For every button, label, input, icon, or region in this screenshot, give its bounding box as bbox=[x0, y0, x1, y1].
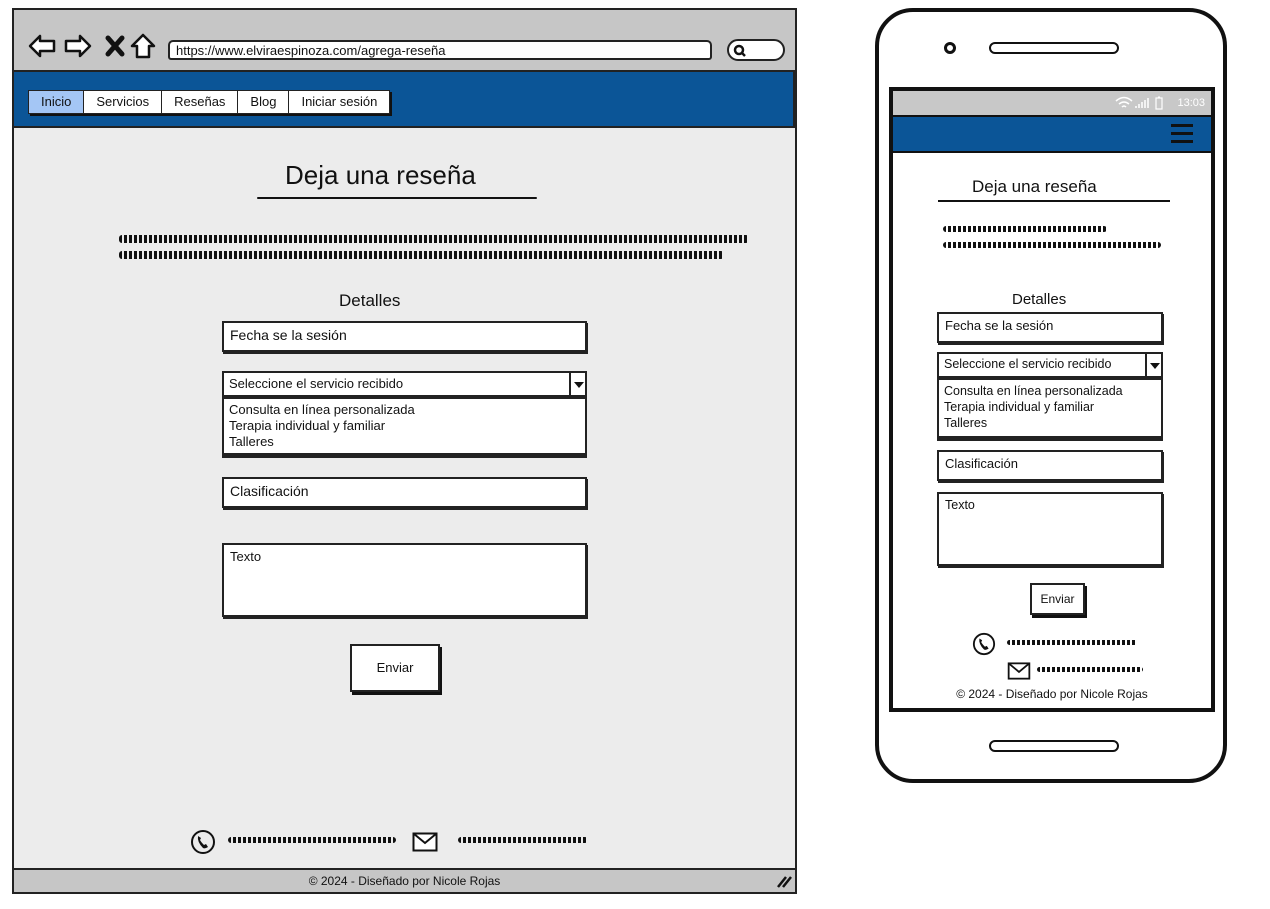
service-option[interactable]: Talleres bbox=[944, 415, 1156, 431]
status-time: 13:03 bbox=[1177, 97, 1205, 109]
rating-field[interactable]: Clasificación bbox=[222, 477, 587, 508]
session-date-field[interactable]: Fecha se la sesión bbox=[222, 321, 587, 352]
service-option[interactable]: Terapia individual y familiar bbox=[944, 399, 1156, 415]
mobile-status-bar: 13:03 bbox=[893, 91, 1211, 115]
mail-icon bbox=[1007, 662, 1031, 680]
mail-icon bbox=[412, 832, 438, 852]
service-option[interactable]: Talleres bbox=[229, 434, 580, 450]
section-title: Detalles bbox=[339, 291, 401, 310]
title-underline bbox=[257, 197, 537, 199]
search-icon bbox=[733, 44, 746, 57]
placeholder-text-line bbox=[943, 226, 1107, 232]
phone-speaker bbox=[989, 42, 1119, 54]
nav-tab-servicios[interactable]: Servicios bbox=[84, 90, 163, 114]
submit-button[interactable]: Enviar bbox=[350, 644, 440, 692]
placeholder-email-text bbox=[1037, 667, 1143, 672]
nav-tab-resenas[interactable]: Reseñas bbox=[162, 90, 239, 114]
mobile-nav-bar bbox=[893, 115, 1211, 153]
phone-icon bbox=[972, 632, 996, 656]
signal-icon bbox=[1135, 98, 1149, 108]
service-select[interactable]: Seleccione el servicio recibido bbox=[222, 371, 587, 397]
phone-screen: 13:03 Deja una reseña Detalles Fecha se … bbox=[889, 87, 1215, 712]
home-icon[interactable] bbox=[129, 32, 157, 60]
mobile-service-select[interactable]: Seleccione el servicio recibido bbox=[937, 352, 1163, 378]
browser-toolbar: https://www.elviraespinoza.com/agrega-re… bbox=[14, 10, 795, 70]
resize-grip-icon[interactable] bbox=[776, 874, 792, 888]
battery-icon bbox=[1155, 96, 1163, 110]
chevron-down-icon[interactable] bbox=[569, 373, 585, 395]
mobile-rating-field[interactable]: Clasificación bbox=[937, 450, 1163, 481]
placeholder-email-text bbox=[458, 837, 588, 843]
mobile-footer-copyright: © 2024 - Diseñado por Nicole Rojas bbox=[956, 687, 1148, 701]
placeholder-text-line bbox=[119, 235, 749, 243]
placeholder-text-line bbox=[119, 251, 724, 259]
nav-tab-iniciar-sesion[interactable]: Iniciar sesión bbox=[289, 90, 391, 114]
arrow-right-icon[interactable] bbox=[64, 32, 92, 60]
mobile-service-options-list: Consulta en línea personalizada Terapia … bbox=[937, 378, 1163, 438]
mobile-service-select-value: Seleccione el servicio recibido bbox=[944, 357, 1112, 371]
desktop-browser-window: https://www.elviraespinoza.com/agrega-re… bbox=[12, 8, 797, 894]
review-text-area[interactable]: Texto bbox=[222, 543, 587, 617]
browser-search-field[interactable] bbox=[727, 39, 785, 61]
mobile-submit-button[interactable]: Enviar bbox=[1030, 583, 1085, 615]
nav-tab-inicio[interactable]: Inicio bbox=[28, 90, 85, 114]
mobile-session-date-field[interactable]: Fecha se la sesión bbox=[937, 312, 1163, 343]
placeholder-text-line bbox=[943, 242, 1161, 248]
url-bar[interactable]: https://www.elviraespinoza.com/agrega-re… bbox=[168, 40, 712, 60]
close-icon[interactable] bbox=[102, 32, 130, 60]
service-option[interactable]: Consulta en línea personalizada bbox=[229, 402, 580, 418]
mobile-page-title: Deja una reseña bbox=[972, 177, 1097, 196]
phone-icon bbox=[191, 830, 215, 854]
service-option[interactable]: Terapia individual y familiar bbox=[229, 418, 580, 434]
placeholder-phone-text bbox=[1007, 640, 1137, 645]
arrow-left-icon[interactable] bbox=[28, 32, 56, 60]
mobile-phone-frame: 13:03 Deja una reseña Detalles Fecha se … bbox=[875, 8, 1227, 783]
service-select-value: Seleccione el servicio recibido bbox=[229, 376, 404, 391]
page-title: Deja una reseña bbox=[285, 160, 476, 190]
mobile-title-underline bbox=[938, 200, 1170, 202]
footer-copyright: © 2024 - Diseñado por Nicole Rojas bbox=[14, 868, 795, 892]
home-button[interactable] bbox=[989, 740, 1119, 752]
chevron-down-icon[interactable] bbox=[1145, 354, 1161, 376]
mobile-review-text-area[interactable]: Texto bbox=[937, 492, 1163, 566]
placeholder-phone-text bbox=[228, 837, 396, 843]
camera-icon bbox=[944, 42, 956, 54]
wifi-icon bbox=[1115, 96, 1133, 108]
nav-tabs: Inicio Servicios Reseñas Blog Iniciar se… bbox=[28, 90, 391, 114]
service-options-list: Consulta en línea personalizada Terapia … bbox=[222, 397, 587, 455]
mobile-section-title: Detalles bbox=[1012, 291, 1067, 308]
site-nav-bar: Inicio Servicios Reseñas Blog Iniciar se… bbox=[12, 70, 795, 128]
service-option[interactable]: Consulta en línea personalizada bbox=[944, 383, 1156, 399]
nav-tab-blog[interactable]: Blog bbox=[238, 90, 290, 114]
hamburger-menu-icon[interactable] bbox=[1171, 124, 1193, 144]
